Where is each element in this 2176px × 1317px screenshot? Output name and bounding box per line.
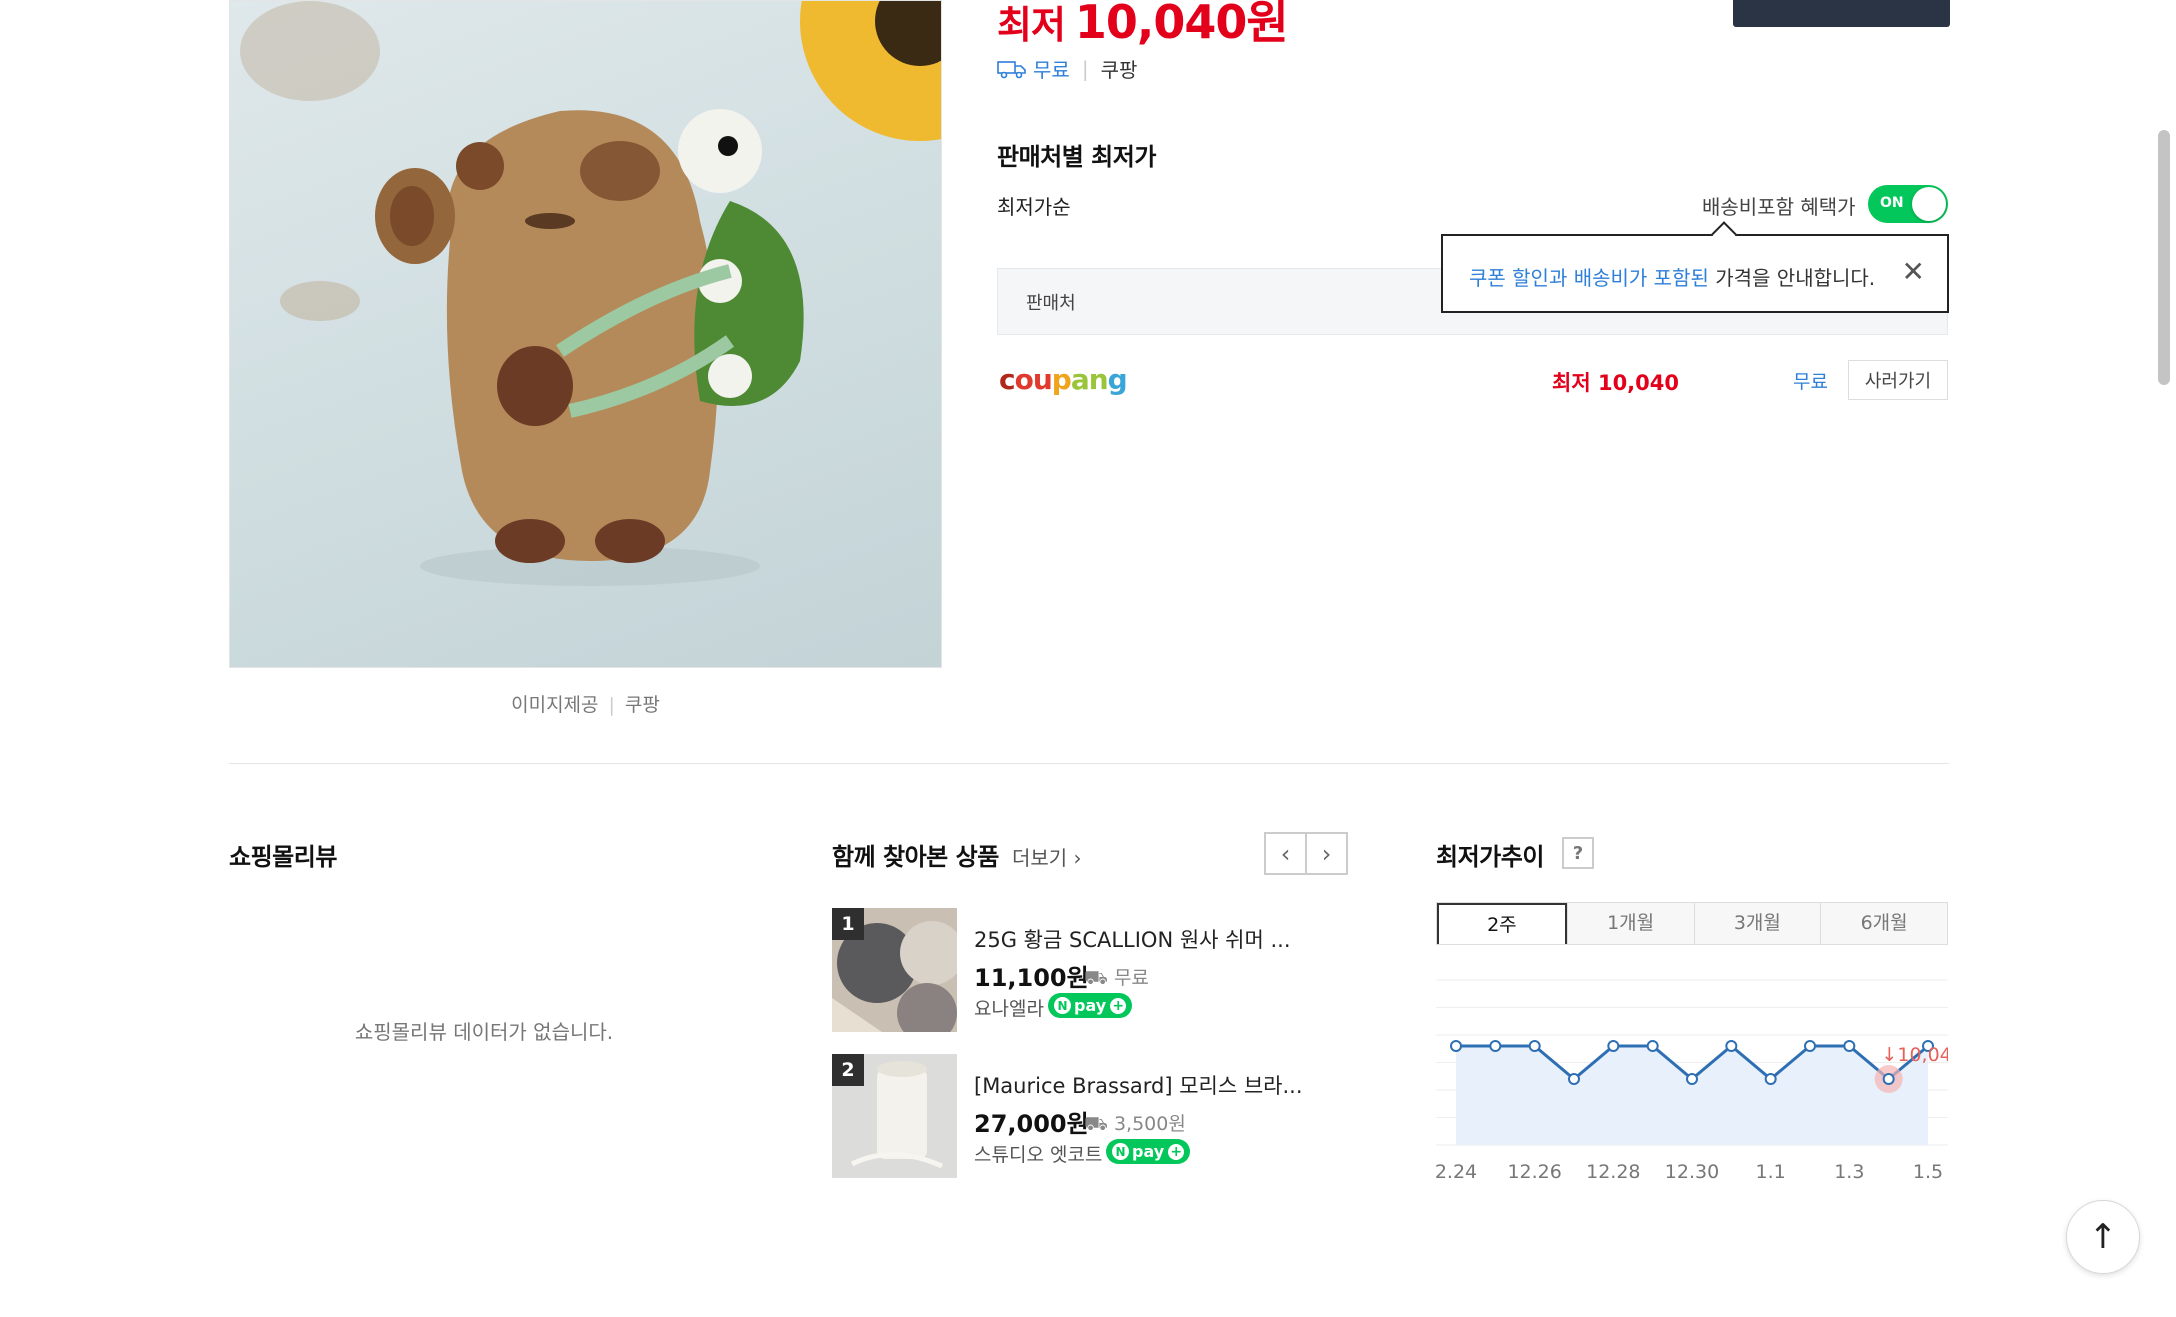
go-to-store-button[interactable]: 사러가기 [1848,360,1948,400]
product-seller: 스튜디오 엣코트 [974,1144,1103,1166]
seller-name[interactable]: 쿠팡 [1101,54,1138,83]
review-title: 쇼핑몰리뷰 [229,843,337,871]
trend-point [1882,1073,1895,1085]
trend-point [1764,1073,1777,1085]
trend-point [1843,1040,1856,1052]
capybara-plush-illustration [240,1,941,586]
product-name[interactable]: 25G 황금 SCALLION 원사 쉬머 ... [974,924,1291,954]
truck-icon: ⛟ [1084,1113,1108,1135]
lowest-price: 최저 10,040원 [997,0,1289,52]
naver-n-icon: N [1054,997,1071,1014]
rank-badge: 1 [832,908,864,940]
x-tick-label: 1.3 [1834,1161,1864,1183]
shipping-free: 무료 [1033,58,1070,82]
trend-point [1489,1040,1502,1052]
chevron-right-icon: › [1067,846,1082,870]
buy-button[interactable] [1733,0,1950,27]
truck-icon [997,60,1026,78]
next-arrow-button[interactable]: › [1305,832,1348,875]
npay-badge: Npay + [1048,993,1133,1018]
seller-shipping: 무료 [1793,371,1828,393]
toggle-knob [1912,187,1946,221]
toggle-state: ON [1880,195,1904,211]
trend-point [1646,1040,1659,1052]
plus-icon: + [1110,997,1127,1014]
rank-badge: 2 [832,1054,864,1086]
tab-2weeks[interactable]: 2주 [1437,903,1567,944]
product-image[interactable] [229,0,942,668]
chevron-right-icon: › [1321,839,1332,868]
product-price: 27,000원 [974,1110,1089,1138]
x-tick-label: 12.28 [1586,1161,1640,1183]
coupang-logo[interactable]: coupang [999,363,1128,396]
tab-1month[interactable]: 1개월 [1566,903,1694,944]
npay-text: pay [1074,996,1107,1015]
caption-label: 이미지제공 [511,694,599,716]
help-icon[interactable]: ? [1562,837,1594,869]
x-tick-label: 1.5 [1913,1161,1943,1183]
chevron-left-icon: ‹ [1280,839,1291,868]
related-item[interactable]: 1 25G 황금 SCALLION 원사 쉬머 ... 11,100원 ⛟ 무료… [832,908,1352,1043]
product-thumbnail[interactable]: 2 [832,1054,957,1178]
tooltip-rest: 가격을 안내합니다. [1715,266,1876,290]
trend-point [1725,1040,1738,1052]
product-seller: 요나엘라 [974,998,1044,1020]
shipping-included-label: 배송비포함 혜택가 [1702,195,1856,219]
prev-arrow-button[interactable]: ‹ [1264,832,1307,875]
plus-icon: + [1168,1143,1185,1160]
image-caption: 이미지제공 | 쿠팡 [511,694,660,716]
shipping-text: 3,500원 [1113,1113,1186,1135]
review-empty-message: 쇼핑몰리뷰 데이터가 없습니다. [354,1020,614,1044]
tab-6months[interactable]: 6개월 [1820,903,1947,944]
x-tick-label: 12.26 [1507,1161,1561,1183]
trend-point [1450,1040,1462,1052]
tooltip-text: 쿠폰 할인과 배송비가 포함된 가격을 안내합니다. [1469,262,1875,291]
shipping-info: 무료 | 쿠팡 [997,54,1137,83]
trend-point [1804,1040,1816,1052]
product-name[interactable]: [Maurice Brassard] 모리스 브라... [974,1070,1303,1100]
tooltip-highlight: 쿠폰 할인과 배송비가 포함된 [1469,266,1709,290]
arrow-up-icon: ↑ [2088,1217,2118,1257]
product-price: 11,100원 [974,964,1089,992]
trend-area [1456,1046,1928,1145]
trend-point [1528,1040,1541,1052]
related-title: 함께 찾아본 상품 [832,843,999,871]
scroll-top-button[interactable]: ↑ [2066,1200,2140,1274]
price-value: 10,040원 [1074,0,1289,49]
sort-option[interactable]: 최저가순 [997,191,1071,220]
x-tick-label: 12.30 [1665,1161,1719,1183]
tab-3months[interactable]: 3개월 [1693,903,1821,944]
section-divider [229,763,1949,764]
seller-price: 최저 10,040 [1552,371,1679,395]
npay-text: pay [1132,1142,1165,1161]
trend-point [1607,1040,1620,1052]
lowest-annotation: ↓10,040 [1881,1044,1948,1066]
trend-point [1686,1073,1698,1085]
trend-point [1568,1073,1580,1085]
period-tabs: 2주 1개월 3개월 6개월 [1436,902,1948,945]
product-shipping: ⛟ 무료 [1084,963,1149,992]
close-icon[interactable]: ✕ [1902,258,1925,286]
related-item[interactable]: 2 [Maurice Brassard] 모리스 브라... 27,000원 ⛟… [832,1054,1352,1178]
caption-source[interactable]: 쿠팡 [625,694,660,716]
shipping-text: 무료 [1113,967,1149,989]
seller-column-header: 판매처 [1026,293,1076,314]
scrollbar-thumb[interactable] [2158,130,2170,385]
truck-icon: ⛟ [1084,967,1108,989]
seller-compare-title: 판매처별 최저가 [997,143,1156,171]
npay-badge: Npay + [1106,1139,1191,1164]
product-thumbnail[interactable]: 1 [832,908,964,1043]
shipping-included-toggle[interactable]: ON [1868,185,1948,223]
price-label: 최저 [997,3,1066,47]
seller-row: coupang 최저 10,040 무료 사러가기 [997,357,1948,407]
price-trend-title: 최저가추이 [1436,843,1544,871]
x-tick-label: 2.24 [1436,1161,1477,1183]
naver-n-icon: N [1112,1143,1129,1160]
more-link[interactable]: 더보기 › [1012,842,1082,871]
price-info-tooltip: 쿠폰 할인과 배송비가 포함된 가격을 안내합니다. ✕ [1441,234,1949,313]
more-label: 더보기 [1012,846,1068,870]
product-shipping: ⛟ 3,500원 [1084,1109,1186,1138]
price-trend-chart: ↓10,040 2.24 12.26 12.28 12.30 1.1 1.3 1.5 [1436,979,1948,1183]
x-tick-label: 1.1 [1756,1161,1786,1183]
